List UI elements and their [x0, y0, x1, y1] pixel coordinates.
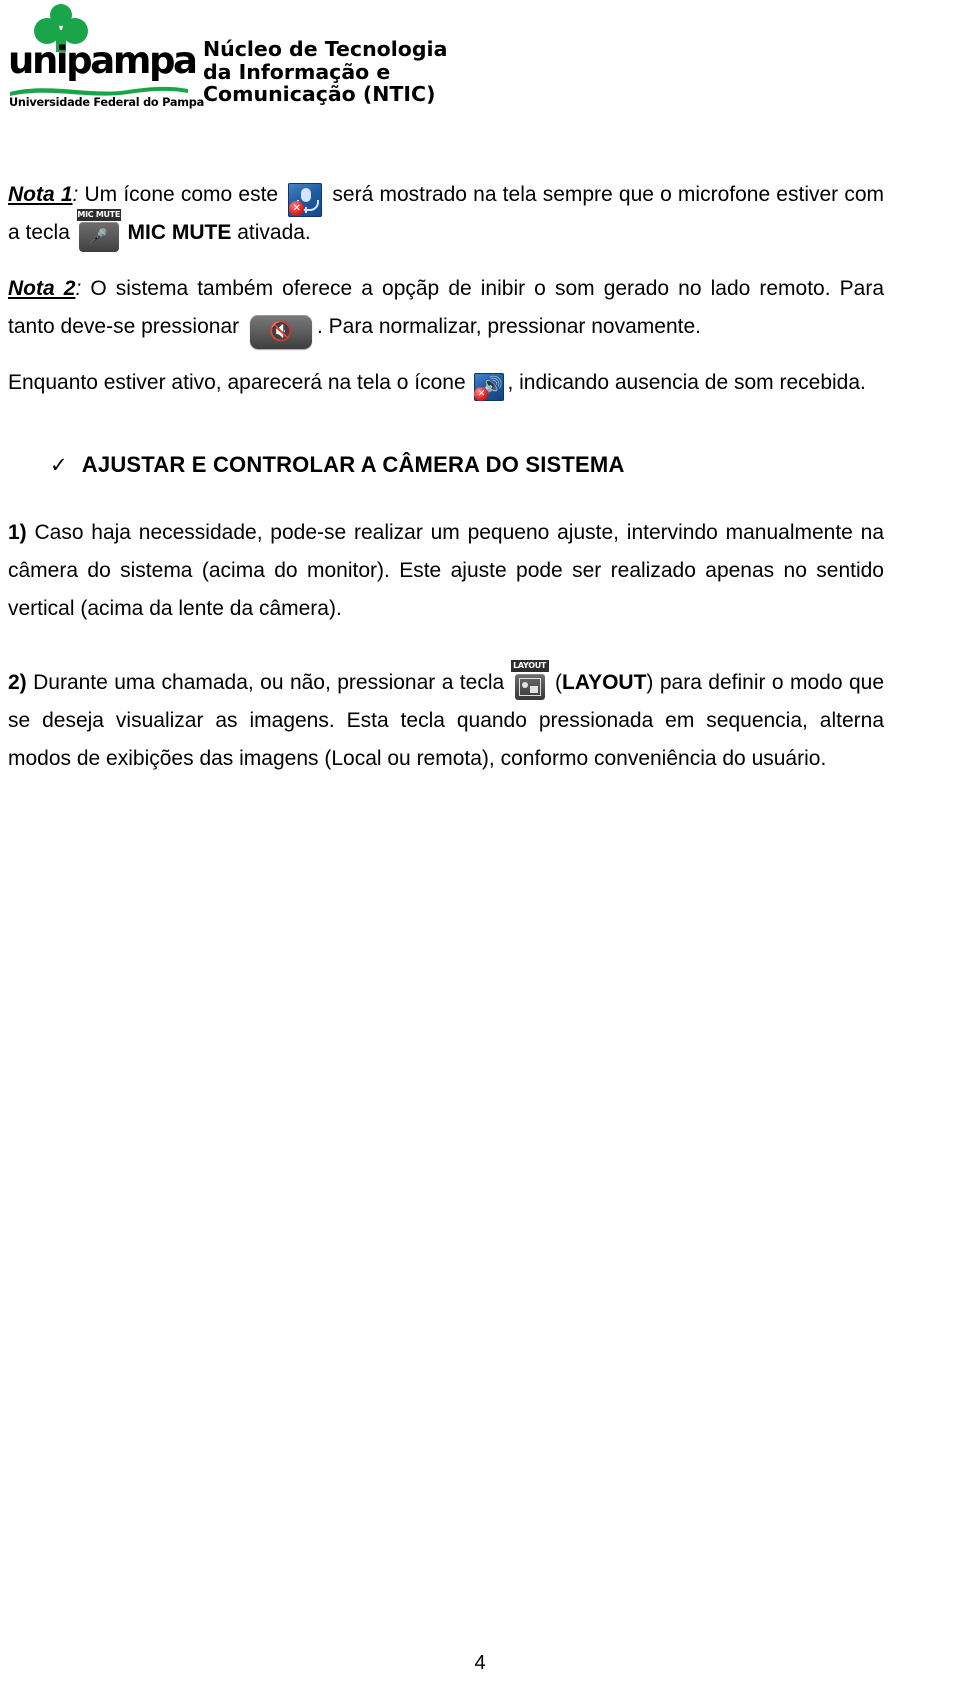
speaker-mute-indicator-icon: 🔊 ✕: [474, 373, 505, 402]
section-heading: ✓ AJUSTAR E CONTROLAR A CÂMERA DO SISTEM…: [8, 452, 884, 478]
enquanto-text-a: Enquanto estiver ativo, aparecerá na tel…: [8, 371, 472, 394]
enquanto-text-b: , indicando ausencia de som recebida.: [507, 371, 866, 394]
mic-mute-indicator-icon: ✕: [288, 183, 323, 218]
list-item-2: 2) Durante uma chamada, ou não, pression…: [8, 659, 884, 778]
note-1-label: Nota 1: [8, 183, 73, 206]
note-1-text-d: ativada.: [231, 221, 311, 244]
x-badge-icon: ✕: [474, 387, 489, 402]
checkmark-icon: ✓: [50, 453, 68, 477]
list-item-2-text-a: Durante uma chamada, ou não, pressionar …: [26, 671, 511, 694]
section-heading-title: AJUSTAR E CONTROLAR A CÂMERA DO SISTEMA: [81, 452, 625, 477]
note-1-colon: :: [72, 183, 85, 206]
note-2-paragraph: Nota 2: O sistema também oferece a opçãp…: [8, 270, 884, 350]
note-2-colon: :: [75, 277, 91, 300]
document-header: unipampa Universidade Federal do Pampa N…: [0, 0, 960, 130]
document-body: Nota 1: Um ícone como este ✕ será mostra…: [8, 176, 884, 778]
page-number: 4: [474, 1652, 486, 1674]
layout-key-icon: LAYOUT: [510, 659, 549, 700]
layout-key-glyph: [518, 677, 541, 696]
enquanto-paragraph: Enquanto estiver ativo, aparecerá na tel…: [8, 364, 884, 402]
speaker-mute-key-glyph: 🔇: [269, 320, 293, 343]
x-badge-icon: ✕: [289, 201, 305, 217]
department-title-line3: Comunicação (NTIC): [203, 82, 436, 106]
list-item-2-text-b: (: [548, 671, 563, 694]
unipampa-swoosh-icon: [10, 86, 188, 96]
unipampa-logo: unipampa Universidade Federal do Pampa: [8, 4, 204, 122]
list-item-1: 1) Caso haja necessidade, pode-se realiz…: [8, 514, 884, 628]
department-title-line1: Núcleo de Tecnologia: [203, 37, 448, 61]
mic-mute-key-glyph: 🎤: [89, 227, 109, 246]
layout-key-caption: LAYOUT: [510, 659, 549, 672]
department-title: Núcleo de Tecnologia da Informação e Com…: [203, 38, 447, 106]
note-1-text-a: Um ícone como este: [84, 183, 285, 206]
note-2-label: Nota 2: [8, 277, 76, 300]
unipampa-wordmark: unipampa: [8, 39, 198, 82]
list-item-1-number: 1): [8, 521, 27, 544]
mic-mute-key-caption: MIC MUTE: [76, 209, 121, 222]
speaker-mute-key-icon: 🔇: [249, 315, 312, 350]
mic-post-shape: [305, 207, 308, 214]
note-1-text-c: MIC MUTE: [121, 221, 232, 244]
note-2-text-b: . Para normalizar, pressionar novamente.: [316, 315, 701, 338]
department-title-line2: da Informação e: [203, 59, 391, 84]
list-item-1-text: Caso haja necessidade, pode-se realizar …: [8, 521, 884, 620]
list-item-2-layout-label: LAYOUT: [562, 671, 647, 694]
list-item-2-number: 2): [8, 671, 27, 694]
note-1-paragraph: Nota 1: Um ícone como este ✕ será mostra…: [8, 176, 884, 253]
mic-mute-key-icon: MIC MUTE 🎤: [76, 209, 121, 253]
unipampa-subtitle: Universidade Federal do Pampa: [9, 96, 204, 109]
